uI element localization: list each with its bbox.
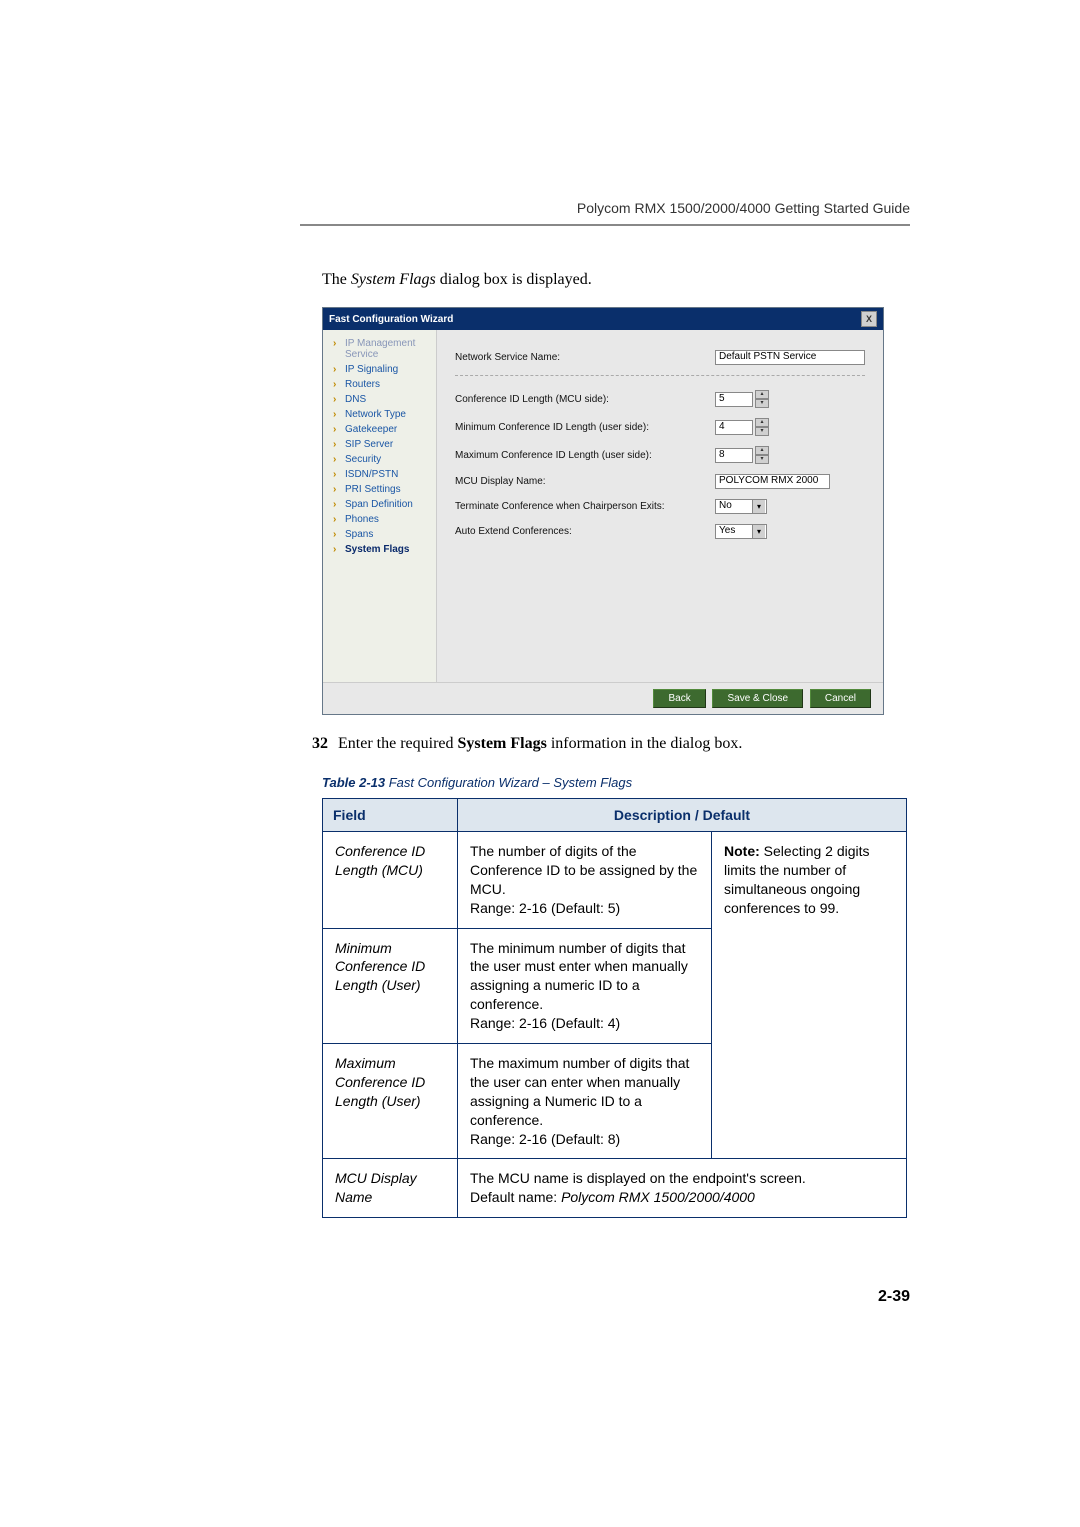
th-field: Field: [323, 799, 458, 832]
system-flags-table: Field Description / Default Conference I…: [322, 798, 907, 1218]
svc-name-input[interactable]: Default PSTN Service: [715, 350, 865, 365]
save-close-button[interactable]: Save & Close: [712, 689, 803, 708]
terminate-conf-label: Terminate Conference when Chairperson Ex…: [455, 501, 715, 512]
dialog-main-panel: Network Service Name: Default PSTN Servi…: [437, 330, 883, 682]
table-cell: The MCU name is displayed on the endpoin…: [458, 1159, 907, 1218]
nav-item-ip-mgmt[interactable]: IP Management Service: [333, 336, 430, 362]
page-header: Polycom RMX 1500/2000/4000 Getting Start…: [300, 200, 910, 216]
step-number: 32: [300, 735, 328, 753]
table-cell: The minimum number of digits that the us…: [458, 928, 712, 1043]
cancel-button[interactable]: Cancel: [810, 689, 871, 708]
nav-item-gatekeeper[interactable]: Gatekeeper: [333, 422, 430, 437]
header-rule: [300, 224, 910, 226]
page-number: 2-39: [300, 1288, 910, 1306]
table-caption: Table 2-13 Fast Configuration Wizard – S…: [322, 775, 910, 790]
mcu-display-name-input[interactable]: POLYCOM RMX 2000: [715, 474, 830, 489]
auto-extend-label: Auto Extend Conferences:: [455, 526, 715, 537]
nav-item-routers[interactable]: Routers: [333, 377, 430, 392]
conf-id-len-label: Conference ID Length (MCU side):: [455, 394, 715, 405]
dialog-footer: Back Save & Close Cancel: [323, 682, 883, 714]
wizard-nav: IP Management Service IP Signaling Route…: [323, 330, 437, 682]
form-divider: [455, 375, 865, 376]
min-conf-id-len-label: Minimum Conference ID Length (user side)…: [455, 422, 715, 433]
nav-item-isdn[interactable]: ISDN/PSTN: [333, 467, 430, 482]
table-cell: The number of digits of the Conference I…: [458, 832, 712, 929]
table-cell: Maximum Conference ID Length (User): [323, 1044, 458, 1159]
nav-item-span-def[interactable]: Span Definition: [333, 497, 430, 512]
max-conf-id-len-label: Maximum Conference ID Length (user side)…: [455, 450, 715, 461]
table-note-cell: Note: Selecting 2 digits limits the numb…: [712, 832, 907, 1159]
spinner-icon[interactable]: ▴▾: [755, 390, 769, 408]
close-icon[interactable]: X: [861, 311, 877, 327]
nav-item-network-type[interactable]: Network Type: [333, 407, 430, 422]
back-button[interactable]: Back: [653, 689, 705, 708]
nav-item-sip[interactable]: SIP Server: [333, 437, 430, 452]
min-conf-id-len-input[interactable]: 4: [715, 420, 753, 435]
fast-config-wizard-dialog: Fast Configuration Wizard X IP Managemen…: [322, 307, 884, 715]
nav-item-system-flags[interactable]: System Flags: [333, 542, 430, 557]
th-description: Description / Default: [458, 799, 907, 832]
nav-item-spans[interactable]: Spans: [333, 527, 430, 542]
table-cell: MCU Display Name: [323, 1159, 458, 1218]
auto-extend-select[interactable]: Yes: [715, 524, 767, 539]
nav-item-ip-signaling[interactable]: IP Signaling: [333, 362, 430, 377]
mcu-display-name-label: MCU Display Name:: [455, 476, 715, 487]
max-conf-id-len-input[interactable]: 8: [715, 448, 753, 463]
spinner-icon[interactable]: ▴▾: [755, 418, 769, 436]
conf-id-len-input[interactable]: 5: [715, 392, 753, 407]
nav-item-phones[interactable]: Phones: [333, 512, 430, 527]
step-32: 32 Enter the required System Flags infor…: [300, 735, 910, 753]
table-cell: The maximum number of digits that the us…: [458, 1044, 712, 1159]
nav-item-pri[interactable]: PRI Settings: [333, 482, 430, 497]
dialog-title-text: Fast Configuration Wizard: [329, 314, 453, 325]
nav-item-security[interactable]: Security: [333, 452, 430, 467]
dialog-titlebar: Fast Configuration Wizard X: [323, 308, 883, 330]
intro-text: The System Flags dialog box is displayed…: [322, 271, 910, 289]
table-cell: Conference ID Length (MCU): [323, 832, 458, 929]
svc-name-label: Network Service Name:: [455, 352, 715, 363]
nav-item-dns[interactable]: DNS: [333, 392, 430, 407]
spinner-icon[interactable]: ▴▾: [755, 446, 769, 464]
terminate-conf-select[interactable]: No: [715, 499, 767, 514]
table-cell: Minimum Conference ID Length (User): [323, 928, 458, 1043]
